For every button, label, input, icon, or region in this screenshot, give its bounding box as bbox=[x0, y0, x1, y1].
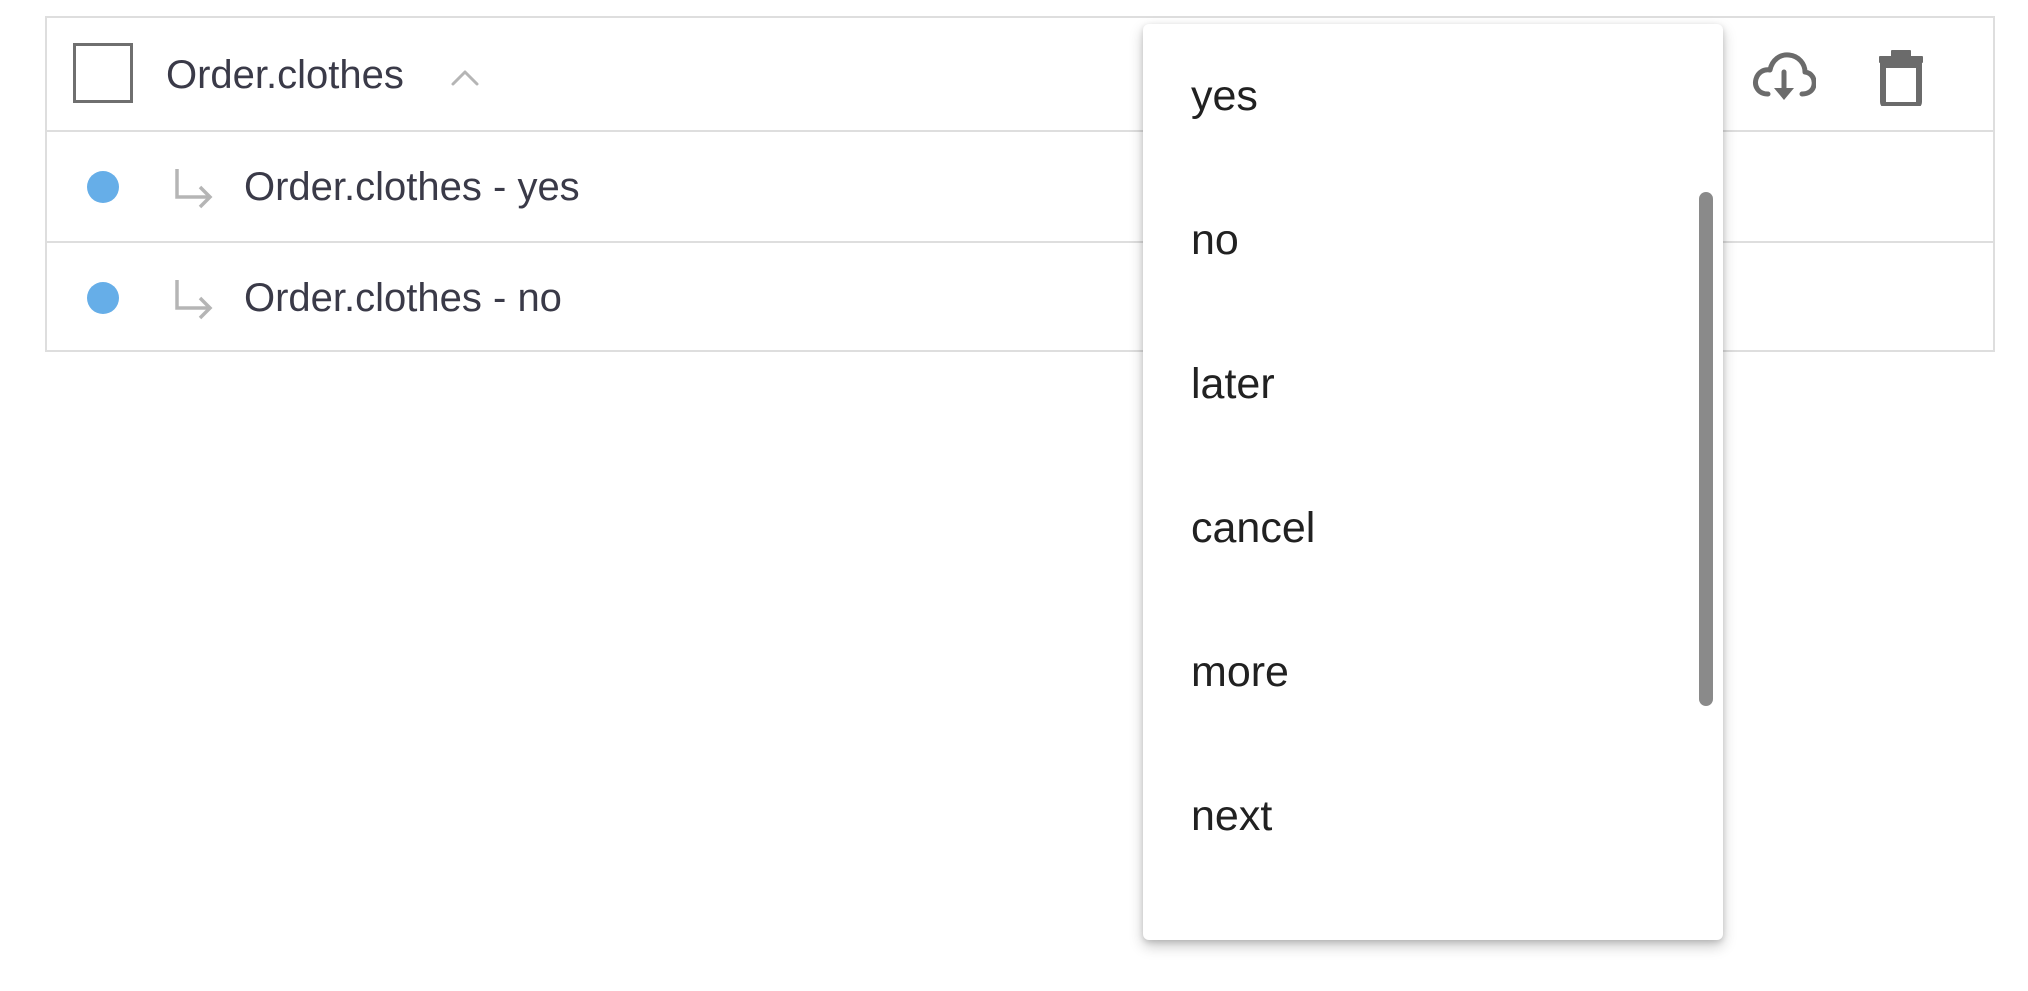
dropdown-option-label: later bbox=[1191, 359, 1275, 408]
dropdown-option[interactable]: cancel bbox=[1143, 456, 1705, 600]
dropdown-option[interactable]: later bbox=[1143, 312, 1705, 456]
chevron-up-icon[interactable] bbox=[447, 60, 483, 96]
dropdown-option-label: cancel bbox=[1191, 503, 1316, 552]
dropdown-option-label: no bbox=[1191, 215, 1239, 264]
subdirectory-arrow-icon bbox=[175, 169, 213, 209]
scrollbar-thumb[interactable] bbox=[1699, 192, 1713, 706]
trash-icon[interactable] bbox=[1869, 48, 1933, 106]
dropdown-option-label: next bbox=[1191, 791, 1273, 840]
status-dot bbox=[87, 171, 119, 203]
response-dropdown-menu: yes no later cancel more next bbox=[1143, 24, 1723, 940]
dropdown-option-label: yes bbox=[1191, 71, 1258, 120]
dropdown-scrollbar[interactable] bbox=[1699, 192, 1713, 730]
subdirectory-arrow-icon bbox=[175, 280, 213, 320]
dropdown-option[interactable]: more bbox=[1143, 600, 1705, 744]
intent-title[interactable]: Order.clothes bbox=[166, 51, 404, 99]
cloud-download-icon[interactable] bbox=[1752, 48, 1816, 106]
dropdown-option[interactable]: no bbox=[1143, 168, 1705, 312]
child-intent-label[interactable]: Order.clothes - yes bbox=[244, 163, 580, 211]
dropdown-option[interactable]: next bbox=[1143, 744, 1705, 888]
dropdown-option-label: more bbox=[1191, 647, 1289, 696]
status-dot bbox=[87, 282, 119, 314]
dropdown-option[interactable]: yes bbox=[1143, 24, 1705, 168]
select-all-checkbox[interactable] bbox=[73, 43, 133, 103]
child-intent-label[interactable]: Order.clothes - no bbox=[244, 274, 562, 322]
